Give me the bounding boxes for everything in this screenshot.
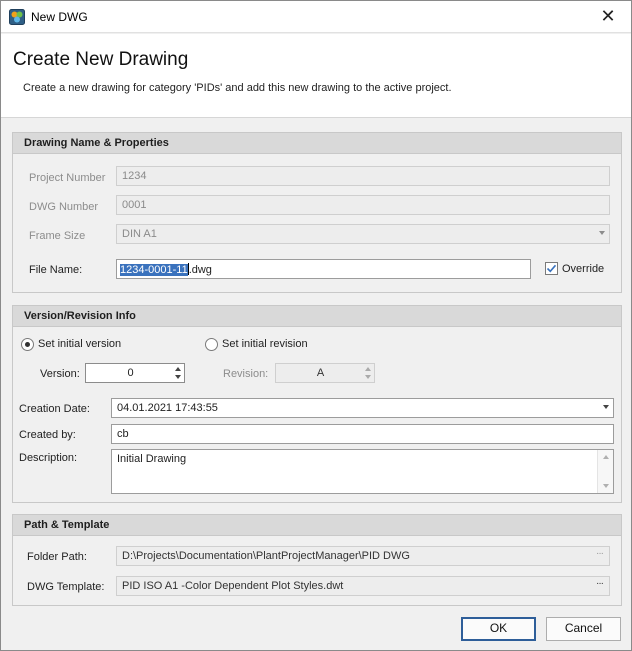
description-value: Initial Drawing [117, 453, 187, 465]
title-bar: New DWG ✕ [1, 1, 631, 33]
dwg-template-field[interactable]: PID ISO A1 -Color Dependent Plot Styles.… [116, 576, 610, 596]
spin-buttons[interactable] [172, 364, 184, 382]
new-dwg-dialog: New DWG ✕ Create New Drawing Create a ne… [0, 0, 632, 651]
description-textarea[interactable]: Initial Drawing [111, 449, 614, 494]
page-title: Create New Drawing [13, 49, 189, 70]
browse-folder-icon: ··· [596, 548, 604, 559]
close-icon[interactable]: ✕ [585, 1, 631, 32]
cancel-button[interactable]: Cancel [546, 617, 621, 641]
chevron-down-icon[interactable] [175, 375, 181, 379]
drawing-name-properties-group: Drawing Name & Properties Project Number… [12, 132, 622, 293]
created-by-label: Created by: [19, 429, 76, 441]
folder-path-value: D:\Projects\Documentation\PlantProjectMa… [122, 550, 410, 562]
project-number-field: 1234 [116, 166, 610, 186]
created-by-input[interactable]: cb [111, 424, 614, 444]
revision-label: Revision: [223, 368, 269, 380]
version-value: 0 [127, 367, 134, 379]
dwg-number-field: 0001 [116, 195, 610, 215]
override-checkbox[interactable] [545, 262, 558, 275]
browse-template-icon[interactable]: ··· [596, 578, 604, 589]
file-name-selected-text: 1234-0001-11 [120, 264, 188, 276]
version-stepper[interactable]: 0 [85, 363, 185, 383]
set-initial-revision-radio[interactable] [205, 338, 218, 351]
creation-date-label: Creation Date: [19, 403, 90, 415]
chevron-up-icon[interactable] [175, 367, 181, 371]
dwg-template-label: DWG Template: [27, 581, 105, 593]
override-label: Override [562, 263, 605, 275]
dwg-template-value: PID ISO A1 -Color Dependent Plot Styles.… [122, 580, 344, 592]
scroll-up-icon[interactable] [603, 455, 609, 459]
vertical-scrollbar[interactable] [597, 450, 613, 493]
frame-size-select: DIN A1 [116, 224, 610, 244]
folder-path-field: D:\Projects\Documentation\PlantProjectMa… [116, 546, 610, 566]
window-title: New DWG [31, 10, 88, 24]
file-name-label: File Name: [29, 264, 83, 276]
set-initial-version-radio[interactable] [21, 338, 34, 351]
chevron-down-icon[interactable] [603, 405, 609, 409]
folder-path-label: Folder Path: [27, 551, 87, 563]
project-number-label: Project Number [29, 172, 106, 184]
checkmark-icon [546, 264, 557, 273]
creation-date-value: 04.01.2021 17:43:55 [117, 402, 218, 414]
frame-size-label: Frame Size [29, 230, 86, 242]
description-label: Description: [19, 452, 78, 464]
page-subtitle: Create a new drawing for category 'PIDs'… [23, 82, 452, 94]
version-revision-group: Version/Revision Info Set initial versio… [12, 305, 622, 503]
group-heading: Path & Template [13, 515, 621, 536]
file-name-input[interactable]: 1234-0001-11.dwg [116, 259, 531, 279]
set-initial-revision-label[interactable]: Set initial revision [222, 338, 308, 350]
chevron-up-icon [365, 367, 371, 371]
revision-value: A [316, 367, 325, 379]
path-template-group: Path & Template Folder Path: D:\Projects… [12, 514, 622, 606]
spin-buttons [362, 364, 374, 382]
group-heading: Version/Revision Info [13, 306, 621, 327]
frame-size-value: DIN A1 [122, 228, 157, 240]
scroll-down-icon[interactable] [603, 484, 609, 488]
file-name-extension: .dwg [188, 264, 212, 276]
app-icon [9, 9, 25, 25]
dialog-header: Create New Drawing Create a new drawing … [1, 34, 631, 118]
ok-button[interactable]: OK [461, 617, 536, 641]
group-heading: Drawing Name & Properties [13, 133, 621, 154]
chevron-down-icon [365, 375, 371, 379]
revision-stepper: A [275, 363, 375, 383]
dwg-number-label: DWG Number [29, 201, 99, 213]
version-label: Version: [40, 368, 80, 380]
chevron-down-icon [599, 231, 605, 235]
set-initial-version-label[interactable]: Set initial version [38, 338, 121, 350]
creation-date-picker[interactable]: 04.01.2021 17:43:55 [111, 398, 614, 418]
